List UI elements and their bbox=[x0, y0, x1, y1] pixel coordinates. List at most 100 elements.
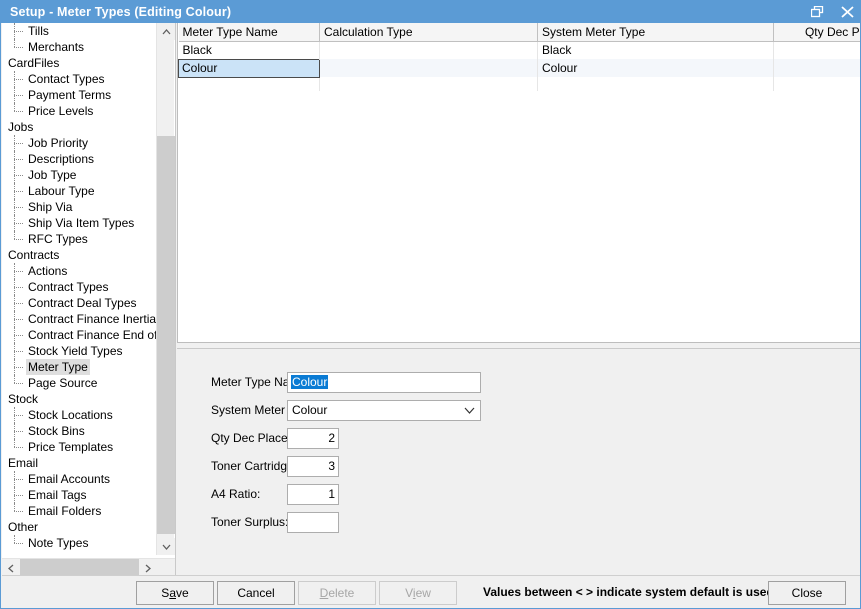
tree-item-actions[interactable]: Actions bbox=[2, 263, 157, 279]
column-header[interactable]: Meter Type Name bbox=[178, 23, 320, 42]
meter-type-name-input[interactable]: Colour bbox=[287, 371, 481, 393]
table-cell[interactable]: Black bbox=[537, 41, 774, 59]
table-cell[interactable]: Colour bbox=[178, 58, 320, 78]
system-meter-type-dropdown[interactable]: Colour bbox=[287, 399, 481, 421]
save-button[interactable]: Save bbox=[136, 581, 214, 605]
tree-item-job-priority[interactable]: Job Priority bbox=[2, 135, 157, 151]
a4-ratio-input[interactable]: 1 bbox=[287, 483, 339, 505]
form-row: A4 Ratio: 1 bbox=[177, 483, 339, 505]
chevron-down-icon[interactable] bbox=[157, 538, 175, 555]
tree-item-contracts[interactable]: Contracts bbox=[2, 247, 157, 263]
tree-item-contact-types[interactable]: Contact Types bbox=[2, 71, 157, 87]
table-cell[interactable]: Colour bbox=[537, 59, 774, 77]
toner-cartridges-input[interactable]: 3 bbox=[287, 455, 339, 477]
tree-item-price-levels[interactable]: Price Levels bbox=[2, 103, 157, 119]
field-label: Meter Type Name: bbox=[211, 375, 310, 389]
tree-item-ship-via-item-types[interactable]: Ship Via Item Types bbox=[2, 215, 157, 231]
tree-item-label: CardFiles bbox=[8, 56, 60, 70]
tree-item-labour-type[interactable]: Labour Type bbox=[2, 183, 157, 199]
tree-item-stock-yield-types[interactable]: Stock Yield Types bbox=[2, 343, 157, 359]
tree-item-label: Stock Locations bbox=[28, 408, 113, 422]
status-message: Values between < > indicate system defau… bbox=[483, 585, 773, 599]
tree-item-rfc-types[interactable]: RFC Types bbox=[2, 231, 157, 247]
table-row[interactable]: Black Black bbox=[178, 41, 860, 59]
tree-item-contract-types[interactable]: Contract Types bbox=[2, 279, 157, 295]
tree-item-contract-finance-inertia[interactable]: Contract Finance Inertia bbox=[2, 311, 157, 327]
tree-item-label: Email bbox=[8, 456, 39, 470]
tree-item-stock-bins[interactable]: Stock Bins bbox=[2, 423, 157, 439]
table-row[interactable]: Colour Colour bbox=[178, 58, 860, 78]
dropdown-value: Colour bbox=[292, 402, 328, 417]
table-cell[interactable] bbox=[773, 41, 860, 59]
table-cell[interactable] bbox=[319, 41, 538, 59]
close-icon[interactable] bbox=[832, 1, 860, 23]
tree-horizontal-scrollbar[interactable] bbox=[2, 558, 175, 576]
tree-item-page-source[interactable]: Page Source bbox=[2, 375, 157, 391]
tree-item-label: Meter Type bbox=[26, 359, 90, 375]
cancel-button[interactable]: Cancel bbox=[217, 581, 295, 605]
window-titlebar: Setup - Meter Types (Editing Colour) bbox=[1, 1, 860, 23]
tree-item-contract-finance-end-of-te[interactable]: Contract Finance End of Te bbox=[2, 327, 157, 343]
restore-icon[interactable] bbox=[802, 1, 832, 23]
tree-item-label: Note Types bbox=[28, 536, 89, 550]
delete-button-label: Delete bbox=[319, 586, 355, 600]
tree-item-tills[interactable]: Tills bbox=[2, 23, 157, 39]
tree-item-label: Ship Via Item Types bbox=[28, 216, 135, 230]
table-cell[interactable]: Black bbox=[178, 41, 320, 59]
tree-item-email[interactable]: Email bbox=[2, 455, 157, 471]
tree-item-merchants[interactable]: Merchants bbox=[2, 39, 157, 55]
column-header[interactable]: Calculation Type bbox=[319, 23, 538, 42]
column-header[interactable]: Qty Dec Pla bbox=[773, 23, 860, 42]
chevron-down-icon[interactable] bbox=[464, 401, 475, 420]
tree-item-ship-via[interactable]: Ship Via bbox=[2, 199, 157, 215]
form-row: Toner Cartridges: 3 bbox=[177, 455, 339, 477]
tree-item-note-types[interactable]: Note Types bbox=[2, 535, 157, 551]
tree-item-email-tags[interactable]: Email Tags bbox=[2, 487, 157, 503]
table-body[interactable]: Black Black Colour Colour bbox=[178, 41, 860, 91]
tree-item-cardfiles[interactable]: CardFiles bbox=[2, 55, 157, 71]
tree-item-label: RFC Types bbox=[28, 232, 88, 246]
setup-navigation-tree[interactable]: Tills Merchants CardFiles Contact Types Paym… bbox=[2, 23, 176, 576]
table-cell[interactable] bbox=[773, 59, 860, 77]
tree-item-label: Descriptions bbox=[28, 152, 95, 166]
tree-item-other[interactable]: Other bbox=[2, 519, 157, 535]
tree-item-label: Contact Types bbox=[28, 72, 105, 86]
form-row: Toner Surplus: bbox=[177, 511, 339, 533]
tree-item-label: Price Levels bbox=[28, 104, 94, 118]
tree-items-container[interactable]: Tills Merchants CardFiles Contact Types Paym… bbox=[2, 23, 157, 555]
tree-item-email-folders[interactable]: Email Folders bbox=[2, 503, 157, 519]
tree-item-jobs[interactable]: Jobs bbox=[2, 119, 157, 135]
tree-item-meter-type[interactable]: Meter Type bbox=[2, 359, 157, 375]
tree-item-contract-deal-types[interactable]: Contract Deal Types bbox=[2, 295, 157, 311]
tree-item-label: Page Source bbox=[28, 376, 98, 390]
form-row: System Meter Type: Colour bbox=[177, 399, 481, 421]
tree-item-descriptions[interactable]: Descriptions bbox=[2, 151, 157, 167]
chevron-left-icon[interactable] bbox=[2, 559, 20, 576]
tree-item-email-accounts[interactable]: Email Accounts bbox=[2, 471, 157, 487]
setup-meter-types-window: Setup - Meter Types (Editing Colour) Til… bbox=[0, 0, 861, 609]
meter-types-grid[interactable]: Meter Type Name Calculation Type System Me… bbox=[177, 23, 860, 343]
view-button: View bbox=[379, 581, 457, 605]
meter-types-table: Meter Type Name Calculation Type System Me… bbox=[178, 23, 860, 91]
qty-dec-places-input[interactable]: 2 bbox=[287, 427, 339, 449]
chevron-right-icon[interactable] bbox=[139, 559, 157, 576]
close-button[interactable]: Close bbox=[768, 581, 846, 605]
tree-vertical-scrollbar[interactable] bbox=[156, 23, 175, 555]
tree-item-payment-terms[interactable]: Payment Terms bbox=[2, 87, 157, 103]
tree-item-price-templates[interactable]: Price Templates bbox=[2, 439, 157, 455]
column-header[interactable]: System Meter Type bbox=[537, 23, 774, 42]
table-cell[interactable] bbox=[319, 59, 538, 77]
tree-item-label: Email Accounts bbox=[28, 472, 111, 486]
tree-item-job-type[interactable]: Job Type bbox=[2, 167, 157, 183]
dialog-button-bar: Save Cancel Delete View Values between <… bbox=[2, 575, 860, 607]
tree-item-label: Contracts bbox=[8, 248, 60, 262]
toner-surplus-input[interactable] bbox=[287, 511, 339, 533]
chevron-up-icon[interactable] bbox=[157, 23, 175, 40]
tree-scroll-thumb[interactable] bbox=[157, 136, 175, 534]
tree-item-stock-locations[interactable]: Stock Locations bbox=[2, 407, 157, 423]
tree-item-stock[interactable]: Stock bbox=[2, 391, 157, 407]
table-empty-cell bbox=[537, 77, 774, 91]
tree-hscroll-thumb[interactable] bbox=[20, 559, 139, 576]
form-row: Qty Dec Places: 2 bbox=[177, 427, 339, 449]
tree-item-label: Job Priority bbox=[28, 136, 89, 150]
